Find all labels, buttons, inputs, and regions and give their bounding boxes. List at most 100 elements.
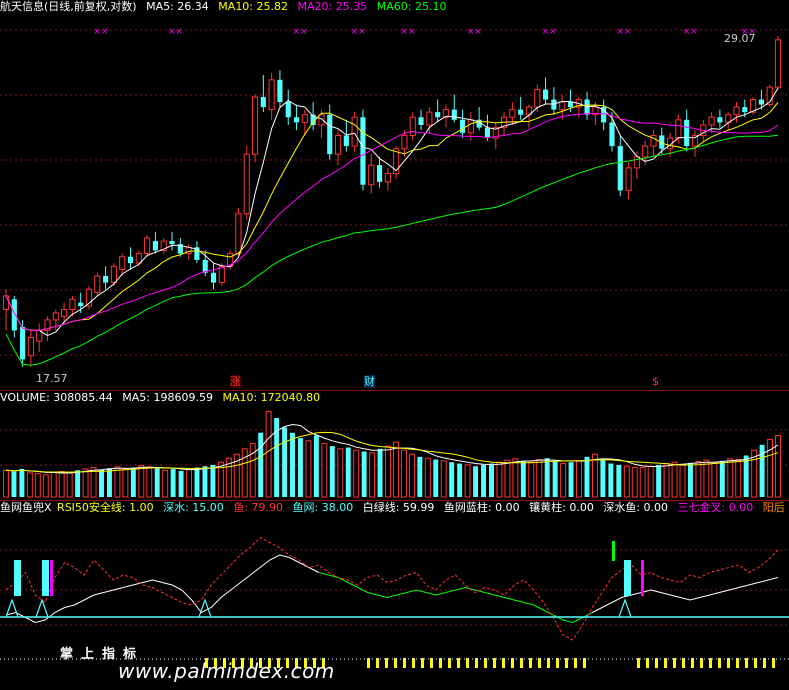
candle-body (135, 253, 142, 264)
rsi-readout: RSI50安全线: 1.00 (57, 501, 154, 514)
candle-body (285, 102, 291, 118)
candle-body (260, 97, 266, 108)
candle-body (243, 153, 250, 215)
signal-marker-6: ×× (542, 27, 557, 37)
volume-bar (743, 455, 749, 497)
candle-body (268, 79, 275, 111)
signal-marker-7: ×× (616, 27, 631, 37)
candle-body (334, 134, 342, 155)
huangzhu-readout: 镶黄柱: 0.00 (529, 501, 594, 514)
volume-bar (34, 473, 41, 498)
chart-title: 航天信息(日线,前复权,对数) (0, 0, 137, 13)
candle-body (2, 295, 10, 311)
volume-bar (457, 463, 463, 497)
volume-bar (321, 442, 328, 498)
volume-bar (298, 438, 303, 497)
candle-body (343, 135, 349, 147)
yellow-tick (637, 658, 640, 668)
candle-body (418, 117, 424, 125)
candle-body (551, 99, 557, 110)
volume-bar (504, 459, 511, 498)
yellow-tick (673, 658, 676, 668)
volume-bar (82, 468, 89, 498)
volume-bar (496, 461, 503, 498)
candle-body (301, 114, 308, 123)
fish-bar-1 (42, 560, 49, 596)
candle-body (733, 106, 740, 116)
volume-readout: VOLUME: 308085.44 (0, 391, 113, 404)
volume-bar (337, 448, 344, 498)
volume-bar (568, 462, 574, 497)
signal-marker-1: ×× (168, 27, 183, 37)
volume-bar (170, 468, 176, 497)
volume-ma5-line (5, 423, 779, 474)
candlestick-series (2, 36, 782, 367)
candle-body (467, 119, 474, 134)
volume-bar (489, 463, 494, 497)
yu-readout: 鱼: 79.90 (233, 501, 284, 514)
sanqi-readout: 三七金叉: 0.00 (677, 501, 754, 514)
candle-body (409, 116, 416, 136)
volume-bar (186, 469, 193, 498)
candle-body (11, 299, 17, 331)
signal-marker-0: ×× (93, 27, 108, 37)
candle-body (584, 99, 590, 115)
volume-bar (616, 464, 622, 497)
event-zhang-label: 涨 (230, 375, 241, 388)
volume-bar (512, 458, 519, 498)
signal-marker-5: ×× (467, 27, 482, 37)
volume-bar (258, 432, 264, 497)
candle-body (742, 107, 748, 113)
volume-bar (591, 453, 598, 498)
indicator-header: 鱼网鱼兜X RSI50安全线: 1.00 深水: 15.00 鱼: 79.90 … (0, 501, 785, 515)
green-line (318, 572, 593, 624)
volume-bar (369, 452, 376, 498)
triangle-marker-3 (618, 598, 632, 618)
candle-body (293, 117, 300, 123)
volume-bar (353, 449, 360, 498)
volume-bar (528, 461, 535, 498)
ma5-readout: MA5: 26.34 (146, 0, 209, 13)
candle-body (774, 39, 782, 88)
volume-bar (138, 465, 145, 498)
candle-body (675, 119, 682, 139)
candle-body (277, 79, 283, 103)
candle-body (609, 122, 615, 147)
fish-bar-3 (624, 560, 631, 596)
volume-bar (202, 466, 208, 497)
candle-body (61, 309, 68, 317)
candle-body (103, 276, 109, 283)
candle-body (633, 156, 640, 169)
volume-bar (671, 461, 678, 498)
yellow-tick (745, 658, 748, 668)
shenshui-readout: 深水: 15.00 (163, 501, 224, 514)
watermark: www.palmindex.com (118, 659, 335, 683)
volume-header: VOLUME: 308085.44 MA5: 198609.59 MA10: 1… (0, 391, 326, 405)
candle-body (127, 256, 134, 264)
volume-bar (26, 472, 33, 498)
candle-body (451, 109, 457, 120)
chart-canvas: ×× ×× ×× ×× ×× ×× ×× ×× ×× ×× (0, 27, 789, 668)
volume-bar (194, 467, 200, 497)
volume-bar (600, 459, 606, 497)
volume-bar (631, 467, 638, 498)
candle-body (327, 114, 333, 155)
low-price-label: 17.57 (36, 372, 68, 385)
shenshuiyu-readout: 深水鱼: 0.00 (603, 501, 669, 514)
volume-bar (656, 464, 662, 497)
candle-body (69, 298, 76, 311)
volume-bar (449, 462, 455, 497)
triangle-marker-1 (35, 598, 49, 618)
volume-bar (711, 461, 718, 498)
volume-bar (623, 465, 630, 498)
volume-bar (282, 427, 288, 497)
candle-body (435, 112, 441, 118)
candle-body (169, 241, 175, 245)
volume-bar (114, 466, 121, 498)
volume-bar (536, 459, 543, 498)
candle-body (368, 164, 375, 186)
volume-bar (767, 438, 774, 498)
candle-body (518, 109, 524, 115)
fish-bar-2 (50, 560, 53, 596)
candle-body (717, 117, 723, 123)
